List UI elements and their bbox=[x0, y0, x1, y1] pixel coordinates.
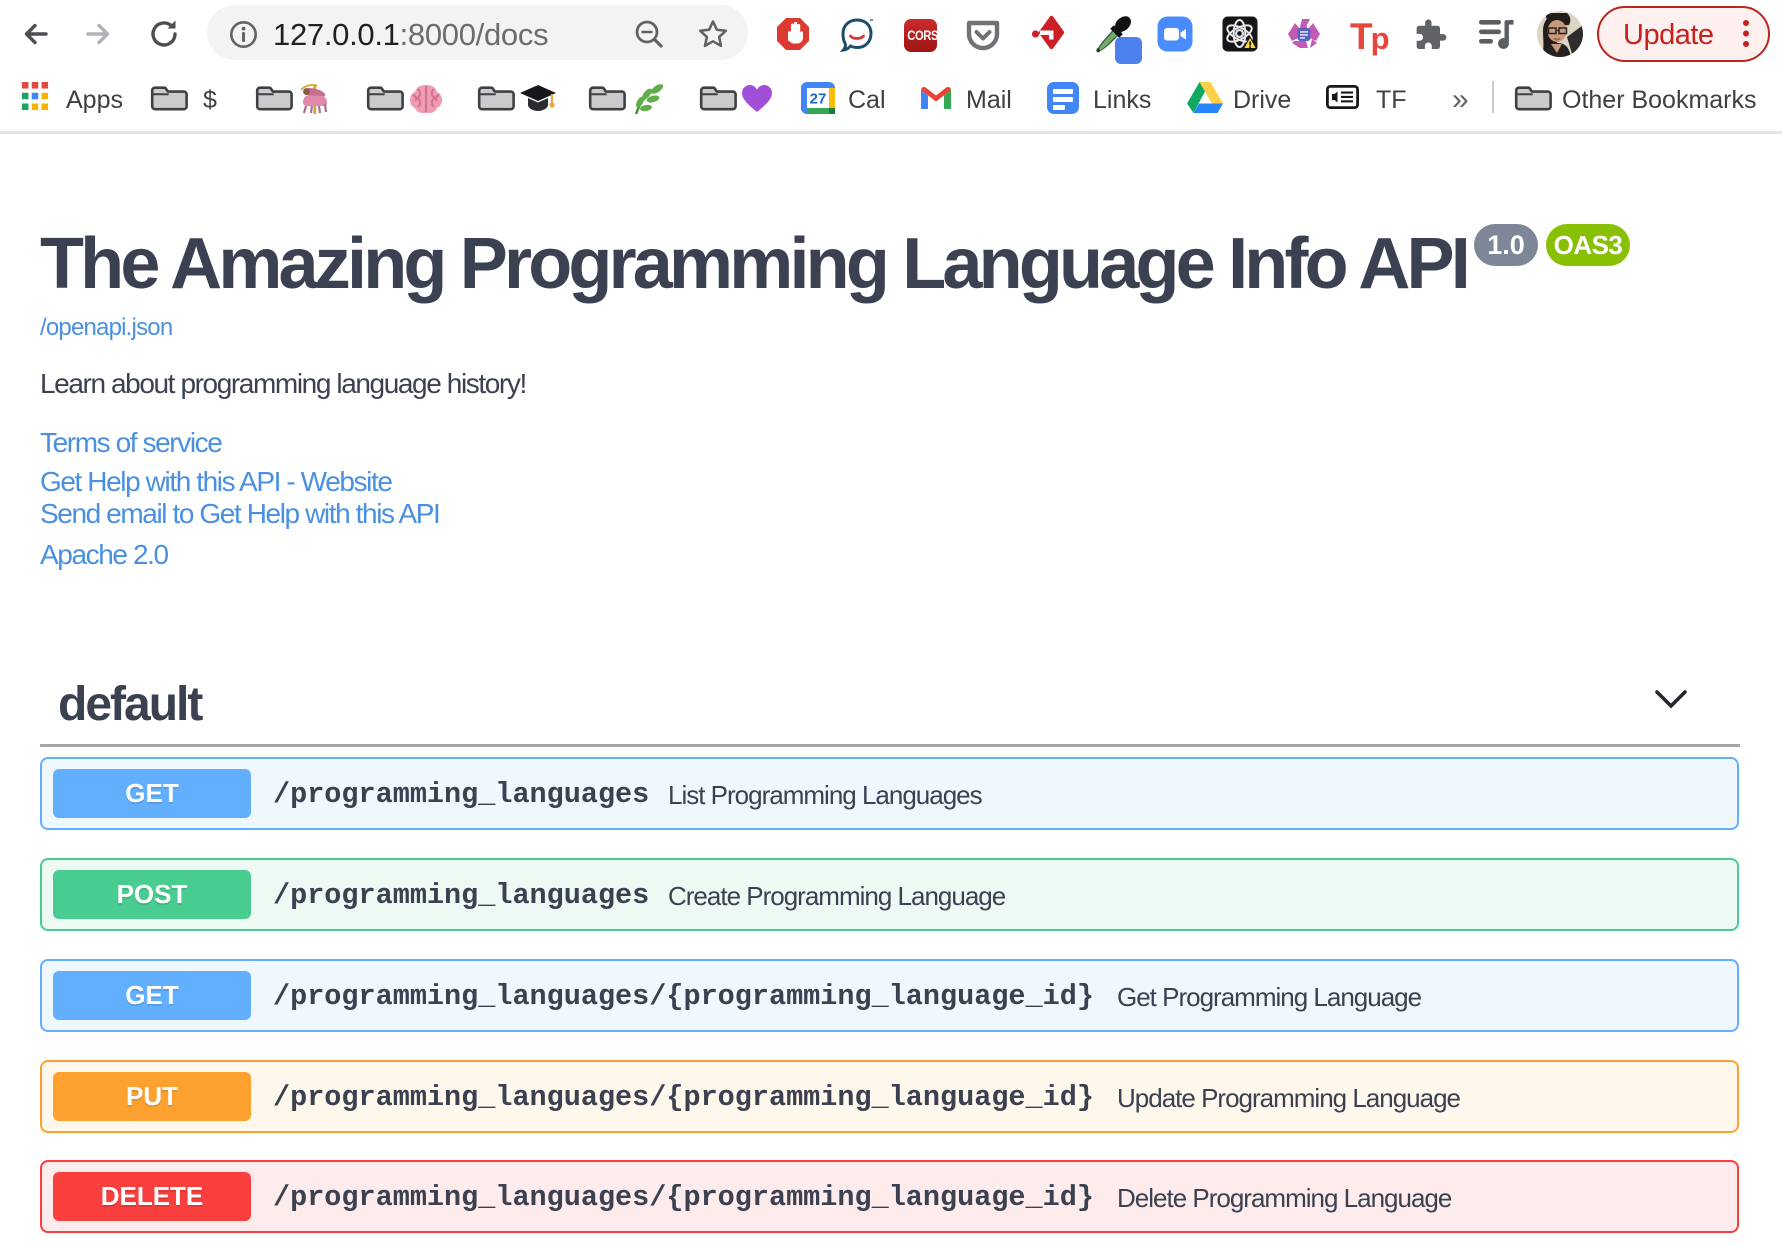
svg-text:27: 27 bbox=[810, 91, 827, 108]
